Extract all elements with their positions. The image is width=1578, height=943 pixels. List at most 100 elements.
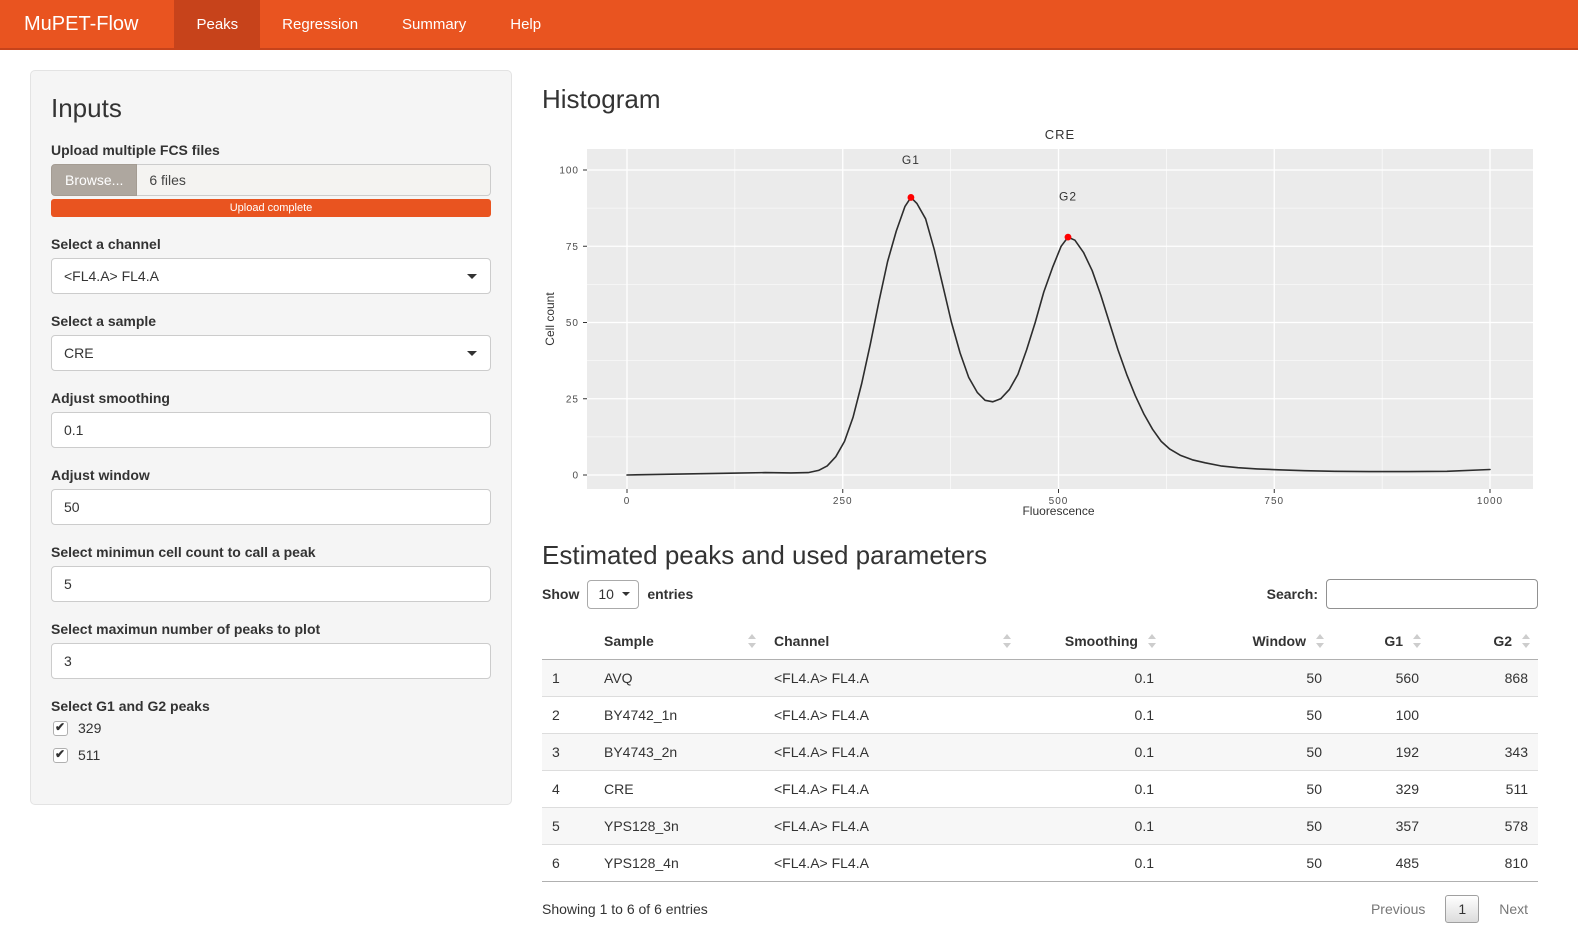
svg-text:G2: G2 [1059,190,1077,204]
column-header-sample[interactable]: Sample [594,623,764,660]
table-cell: 3 [542,734,594,771]
column-header-label: Smoothing [1065,633,1138,649]
channel-select-value: <FL4.A> FL4.A [64,268,159,284]
tab-regression[interactable]: Regression [260,0,380,48]
table-row[interactable]: 3BY4743_2n<FL4.A> FL4.A0.150192343 [542,734,1538,771]
table-cell: 868 [1429,660,1538,697]
table-cell: YPS128_4n [594,845,764,882]
table-cell: 0.1 [1019,734,1164,771]
dropdown-caret-icon [467,351,477,356]
table-cell: 560 [1332,660,1429,697]
table-cell: 511 [1429,771,1538,808]
min-count-label: Select minimun cell count to call a peak [51,544,491,560]
checkbox-icon[interactable] [53,721,68,736]
svg-text:Fluorescence: Fluorescence [1022,504,1094,518]
max-peaks-input[interactable] [51,643,491,679]
dropdown-caret-icon [467,274,477,279]
sample-label: Select a sample [51,313,491,329]
table-cell: 50 [1164,845,1332,882]
search-input[interactable] [1326,579,1538,609]
smoothing-input[interactable] [51,412,491,448]
sort-icon [1003,634,1011,648]
sort-icon [1148,634,1156,648]
table-row[interactable]: 1AVQ<FL4.A> FL4.A0.150560868 [542,660,1538,697]
table-row[interactable]: 5YPS128_3n<FL4.A> FL4.A0.150357578 [542,808,1538,845]
table-cell: 100 [1332,697,1429,734]
table-cell: <FL4.A> FL4.A [764,771,1019,808]
table-cell: BY4742_1n [594,697,764,734]
svg-text:75: 75 [566,242,579,253]
tab-summary[interactable]: Summary [380,0,488,48]
svg-text:G1: G1 [902,153,920,167]
column-header-g2[interactable]: G2 [1429,623,1538,660]
previous-page-button[interactable]: Previous [1361,895,1435,923]
tab-help[interactable]: Help [488,0,563,48]
page-length-select[interactable]: 10 [587,580,639,609]
table-row[interactable]: 6YPS128_4n<FL4.A> FL4.A0.150485810 [542,845,1538,882]
next-page-button[interactable]: Next [1489,895,1538,923]
column-header-g1[interactable]: G1 [1332,623,1429,660]
sort-icon [1316,634,1324,648]
checkbox-label: 329 [78,720,101,736]
table-cell: 357 [1332,808,1429,845]
table-info: Showing 1 to 6 of 6 entries [542,901,708,917]
channel-select[interactable]: <FL4.A> FL4.A [51,258,491,294]
svg-text:0: 0 [572,471,579,482]
show-label: Show [542,586,579,602]
column-header-smoothing[interactable]: Smoothing [1019,623,1164,660]
current-page-button[interactable]: 1 [1445,895,1479,923]
table-cell: BY4743_2n [594,734,764,771]
browse-button[interactable]: Browse... [51,164,137,196]
upload-progress-bar: Upload complete [51,199,491,217]
column-header-label: G2 [1493,633,1512,649]
peaks-checkbox-group-label: Select G1 and G2 peaks [51,698,491,714]
sort-icon [748,634,756,648]
table-row[interactable]: 4CRE<FL4.A> FL4.A0.150329511 [542,771,1538,808]
window-input[interactable] [51,489,491,525]
table-cell: 50 [1164,808,1332,845]
search-label: Search: [1267,586,1318,602]
table-cell: AVQ [594,660,764,697]
sample-select-value: CRE [64,345,94,361]
peak-checkbox-329[interactable]: 329 [53,720,491,736]
column-header-window[interactable]: Window [1164,623,1332,660]
file-name-display[interactable]: 6 files [137,164,491,196]
peaks-table: Sample Channel Smoothing WindowG1 G2 1AVQ<FL… [542,623,1538,882]
sort-icon [1413,634,1421,648]
page-length-value: 10 [598,586,614,602]
table-cell: 485 [1332,845,1429,882]
inputs-panel: Inputs Upload multiple FCS files Browse.… [30,70,512,805]
histogram-plot: 025050075010000255075100G1G2CREFluoresce… [542,125,1538,520]
table-cell: 0.1 [1019,660,1164,697]
navbar: MuPET-Flow PeaksRegressionSummaryHelp [0,0,1578,50]
table-cell: CRE [594,771,764,808]
table-cell: 50 [1164,771,1332,808]
table-cell: <FL4.A> FL4.A [764,660,1019,697]
min-count-input[interactable] [51,566,491,602]
dropdown-caret-icon [622,592,630,596]
table-cell: <FL4.A> FL4.A [764,845,1019,882]
channel-label: Select a channel [51,236,491,252]
window-label: Adjust window [51,467,491,483]
table-cell: 0.1 [1019,845,1164,882]
table-cell: 578 [1429,808,1538,845]
sidebar-title: Inputs [51,93,491,124]
table-cell: 810 [1429,845,1538,882]
table-cell: 50 [1164,660,1332,697]
table-cell: 329 [1332,771,1429,808]
table-cell: YPS128_3n [594,808,764,845]
table-heading: Estimated peaks and used parameters [542,540,1538,571]
svg-text:0: 0 [624,496,631,507]
tab-peaks[interactable]: Peaks [174,0,260,48]
peaks-checkbox-group: 329 511 [51,720,491,763]
upload-label: Upload multiple FCS files [51,142,491,158]
table-row[interactable]: 2BY4742_1n<FL4.A> FL4.A0.150100 [542,697,1538,734]
sample-select[interactable]: CRE [51,335,491,371]
column-header-index [542,623,594,660]
column-header-channel[interactable]: Channel [764,623,1019,660]
peak-checkbox-511[interactable]: 511 [53,747,491,763]
table-cell: 2 [542,697,594,734]
column-header-label: Channel [774,633,829,649]
checkbox-icon[interactable] [53,748,68,763]
checkbox-label: 511 [78,747,100,763]
